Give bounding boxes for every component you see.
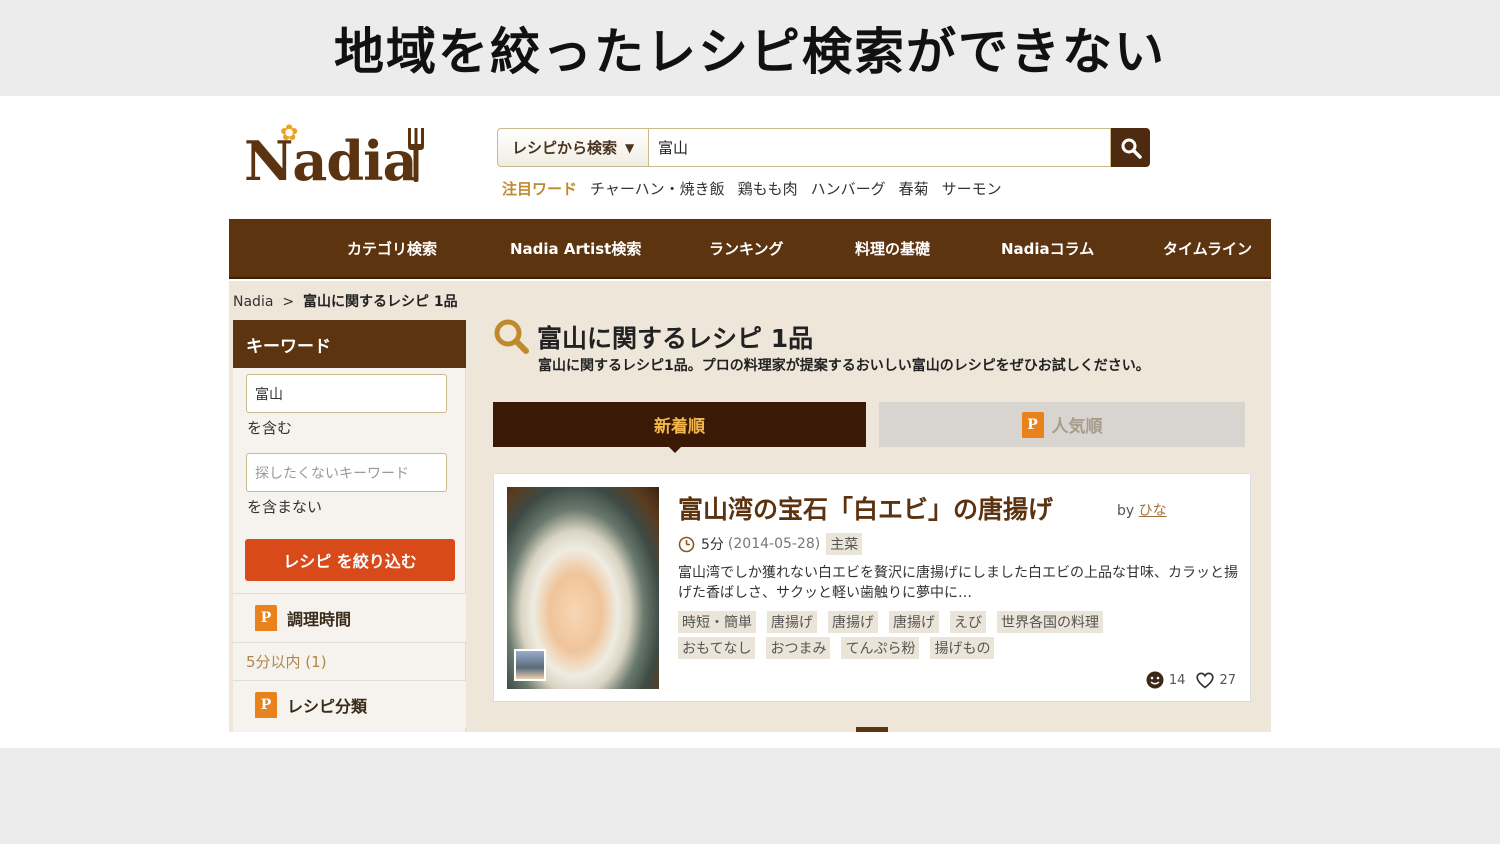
sidebar-heading: キーワード — [233, 320, 466, 368]
section-cooking-time-label: 調理時間 — [287, 609, 352, 629]
recipe-thumbnail[interactable] — [507, 487, 659, 689]
hot-word-link[interactable]: チャーハン・焼き飯 — [590, 178, 725, 199]
recipe-stats: 14 27 — [1146, 671, 1236, 689]
caret-down-icon: ▼ — [625, 140, 635, 155]
recipe-category[interactable]: 主菜 — [826, 533, 863, 555]
author-avatar[interactable] — [514, 649, 546, 681]
tsukurepo-count: 14 — [1168, 672, 1186, 688]
recipe-tag[interactable]: 唐揚げ — [889, 611, 939, 633]
breadcrumb-root[interactable]: Nadia — [233, 294, 273, 310]
flower-icon: ✿ — [280, 121, 299, 146]
face-icon — [1146, 671, 1164, 689]
section-recipe-category[interactable]: P レシピ分類 — [233, 680, 466, 728]
recipe-tag[interactable]: てんぷら粉 — [841, 637, 920, 659]
search-icon — [1121, 138, 1142, 159]
results-description: 富山に関するレシピ1品。プロの料理家が提案するおいしい富山のレシピをぜひお試しく… — [538, 358, 1150, 374]
nav-column[interactable]: Nadiaコラム — [1001, 219, 1094, 277]
recipe-tag[interactable]: 時短・簡単 — [678, 611, 756, 633]
tab-newest[interactable]: 新着順 — [493, 402, 866, 447]
recipe-tag[interactable]: 揚げもの — [930, 637, 995, 659]
active-tab-caret — [668, 446, 682, 453]
section-recipe-category-label: レシピ分類 — [287, 696, 368, 716]
tab-popular[interactable]: P 人気順 — [879, 402, 1245, 447]
recipe-description: 富山湾でしか獲れない白エビを贅沢に唐揚げにしました白エビの上品な甘味、カラッと揚… — [678, 565, 1238, 601]
hot-words-label: 注目ワード — [502, 180, 578, 198]
section-cooking-time[interactable]: P 調理時間 — [233, 593, 466, 641]
p-badge-icon: P — [255, 691, 277, 718]
time-filter-item[interactable]: 5分以内 (1) — [233, 642, 466, 680]
hot-word-link[interactable]: 春菊 — [899, 178, 929, 199]
include-keyword-input[interactable]: 富山 — [246, 374, 447, 413]
like-count: 27 — [1219, 672, 1236, 688]
search-input[interactable]: 富山 — [649, 128, 1111, 167]
search-button[interactable] — [1111, 128, 1150, 167]
recipe-tag[interactable]: 世界各国の料理 — [997, 611, 1103, 633]
recipe-tag[interactable]: 唐揚げ — [828, 611, 878, 633]
search-scope-label: レシピから検索 — [512, 139, 618, 157]
site-logo[interactable]: Nadia ✿ — [244, 121, 424, 193]
search-icon — [494, 319, 529, 354]
pagination-indicator[interactable] — [856, 727, 888, 732]
recipe-meta: 5分 (2014-05-28) 主菜 — [678, 533, 863, 555]
clock-icon — [678, 536, 695, 552]
by-label: by — [1117, 503, 1135, 519]
nav-cooking-basics[interactable]: 料理の基礎 — [855, 219, 930, 277]
p-badge-icon: P — [255, 604, 277, 631]
refine-button[interactable]: レシピ を絞り込む — [245, 539, 455, 581]
nadia-site: Nadia ✿ レシピから検索 ▼ 富山 注目ワード チャーハン・焼き飯 鶏もも… — [229, 96, 1271, 732]
recipe-tag[interactable]: えび — [950, 611, 986, 633]
fork-icon — [407, 128, 424, 182]
p-badge-icon: P — [1021, 411, 1044, 438]
tab-popular-label: 人気順 — [1051, 417, 1103, 437]
nav-timeline[interactable]: タイムライン — [1163, 219, 1252, 277]
recipe-tag[interactable]: おもてなし — [678, 637, 756, 659]
results-heading: 富山に関するレシピ 1品 — [493, 318, 813, 356]
page-title: 富山に関するレシピ 1品 — [537, 324, 814, 353]
exclude-note: を含まない — [247, 498, 323, 516]
breadcrumb-current: 富山に関するレシピ 1品 — [302, 294, 458, 310]
recipe-tag[interactable]: おつまみ — [766, 637, 831, 659]
filter-sidebar: キーワード 富山 を含む 探したくないキーワード を含まない レシピ を絞り込む… — [233, 320, 466, 732]
main-nav: カテゴリ検索 Nadia Artist検索 ランキング 料理の基礎 Nadiaコ… — [229, 219, 1271, 279]
breadcrumb: Nadia > 富山に関するレシピ 1品 — [233, 291, 458, 311]
logo-text: Nadia — [244, 129, 418, 193]
nav-category-search[interactable]: カテゴリ検索 — [347, 219, 437, 277]
hot-word-link[interactable]: 鶏もも肉 — [738, 178, 798, 199]
recipe-date: (2014-05-28) — [727, 536, 821, 552]
heart-icon[interactable] — [1196, 672, 1215, 689]
exclude-keyword-input[interactable]: 探したくないキーワード — [246, 453, 447, 492]
author-link[interactable]: ひな — [1139, 503, 1167, 519]
nav-ranking[interactable]: ランキング — [709, 219, 784, 277]
tag-row-2: おもてなし おつまみ てんぷら粉 揚げもの — [678, 637, 1238, 659]
hot-word-link[interactable]: サーモン — [942, 178, 1002, 199]
search-scope-select[interactable]: レシピから検索 ▼ — [497, 128, 649, 167]
slide-title: 地域を絞ったレシピ検索ができない — [0, 0, 1500, 96]
hot-words: 注目ワード チャーハン・焼き飯 鶏もも肉 ハンバーグ 春菊 サーモン — [502, 178, 1002, 199]
nav-artist-search[interactable]: Nadia Artist検索 — [510, 219, 641, 277]
include-note: を含む — [247, 419, 293, 437]
breadcrumb-separator: > — [282, 294, 295, 310]
recipe-tag[interactable]: 唐揚げ — [767, 611, 817, 633]
search-bar: レシピから検索 ▼ 富山 — [497, 128, 1150, 167]
recipe-title[interactable]: 富山湾の宝石「白エビ」の唐揚げ — [678, 490, 1053, 526]
recipe-author: by ひな — [1117, 500, 1167, 520]
hot-word-link[interactable]: ハンバーグ — [811, 178, 886, 199]
recipe-card[interactable]: 富山湾の宝石「白エビ」の唐揚げ by ひな 5分 (2014-05-28) 主菜… — [493, 473, 1251, 702]
tag-row-1: 時短・簡単 唐揚げ 唐揚げ 唐揚げ えび 世界各国の料理 — [678, 611, 1238, 633]
recipe-time: 5分 — [701, 537, 724, 553]
